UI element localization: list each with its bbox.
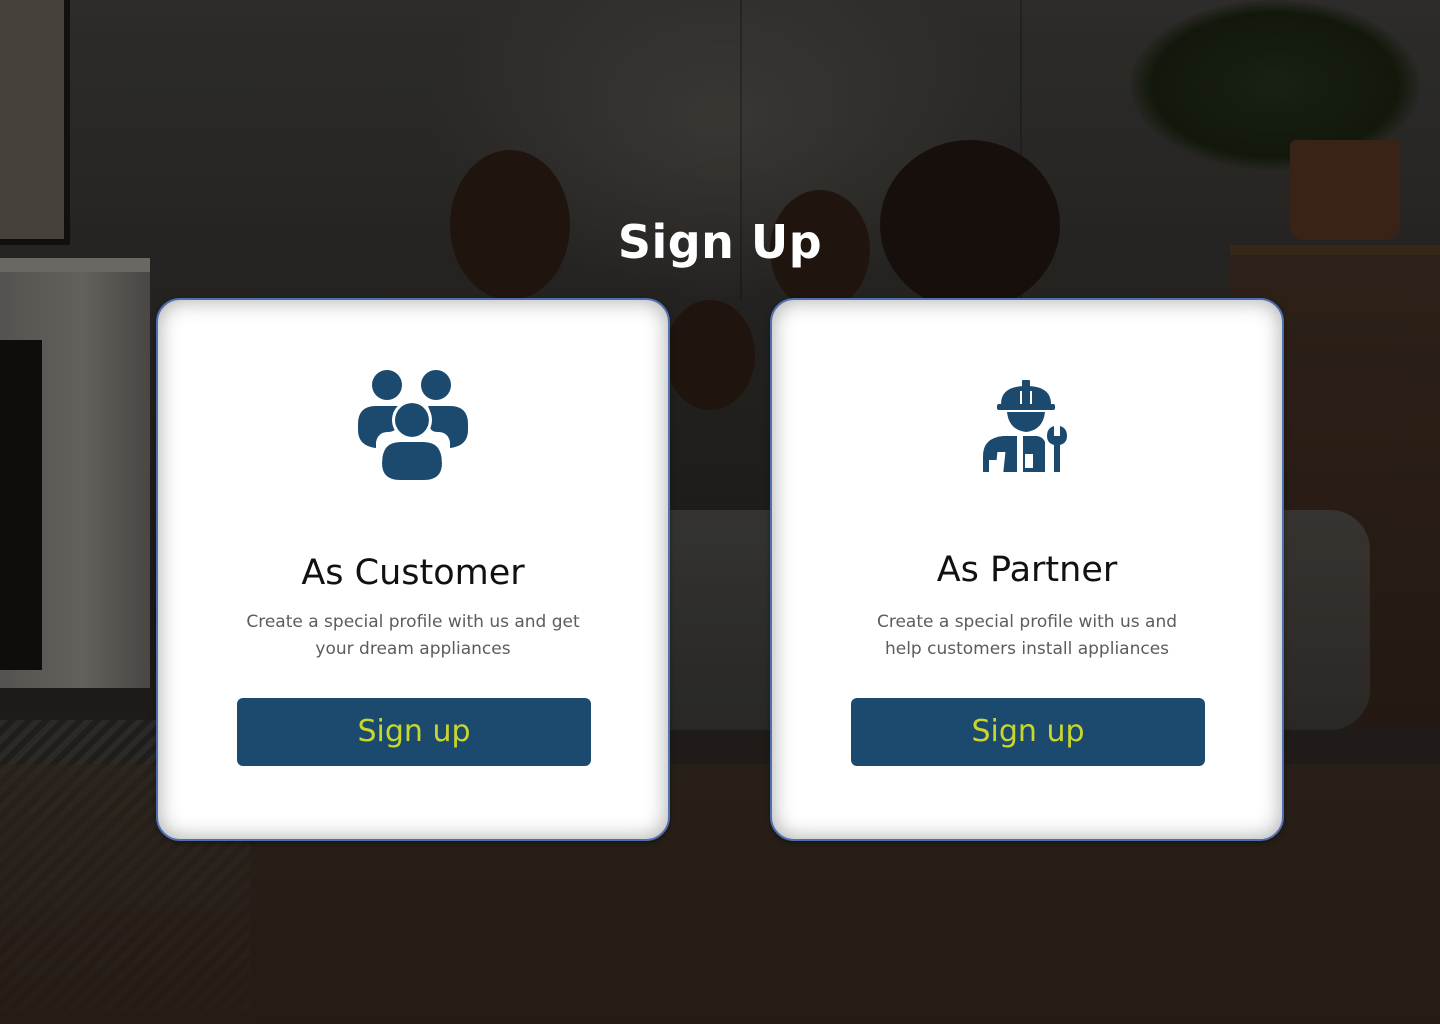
signup-page: Sign Up As Customer Create a special pro… xyxy=(0,0,1440,1024)
page-title: Sign Up xyxy=(617,214,823,269)
customer-heading: As Customer xyxy=(301,553,525,594)
partner-description: Create a special profile with us and hel… xyxy=(876,612,1178,659)
partner-heading: As Partner xyxy=(936,550,1118,591)
partner-signup-button[interactable]: Sign up xyxy=(851,698,1205,766)
users-group-icon xyxy=(358,370,468,482)
customer-signup-button[interactable]: Sign up xyxy=(237,698,591,766)
customer-signup-card: As Customer Create a special profile wit… xyxy=(156,298,670,841)
partner-signup-card: As Partner Create a special profile with… xyxy=(770,298,1284,841)
technician-wrench-icon xyxy=(981,380,1073,472)
customer-description: Create a special profile with us and get… xyxy=(246,612,580,659)
